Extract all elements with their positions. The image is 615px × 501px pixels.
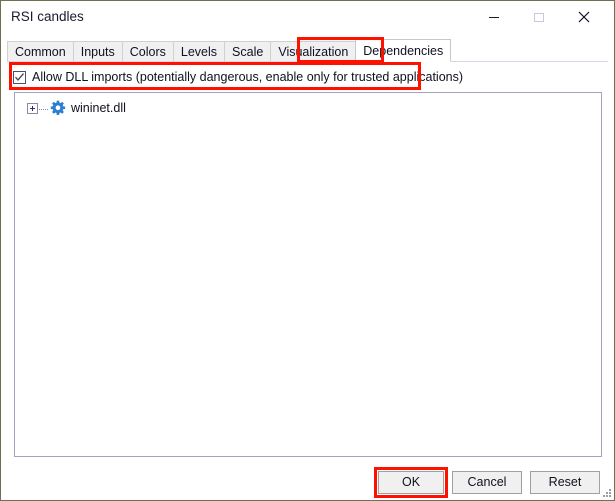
tab-visualization[interactable]: Visualization <box>270 41 356 61</box>
tab-colors[interactable]: Colors <box>121 41 173 61</box>
tab-strip: Common Inputs Colors Levels Scale Visual… <box>7 39 452 62</box>
allow-dll-imports-label: Allow DLL imports (potentially dangerous… <box>32 70 464 84</box>
close-icon <box>561 10 606 24</box>
cancel-button[interactable]: Cancel <box>452 471 522 494</box>
tab-levels[interactable]: Levels <box>172 41 225 61</box>
dependencies-list[interactable]: wininet.dll <box>14 92 602 457</box>
ok-button[interactable]: OK <box>378 471 444 494</box>
close-button[interactable] <box>561 1 606 32</box>
tab-common[interactable]: Common <box>7 41 73 61</box>
tab-inputs[interactable]: Inputs <box>72 41 122 61</box>
allow-dll-imports-row[interactable]: Allow DLL imports (potentially dangerous… <box>13 67 463 87</box>
maximize-button[interactable] <box>516 1 561 32</box>
window-title: RSI candles <box>11 9 84 24</box>
tree-connector-icon <box>39 103 48 114</box>
list-item[interactable]: wininet.dll <box>27 99 126 117</box>
title-bar: RSI candles <box>1 1 614 33</box>
minimize-button[interactable] <box>471 1 516 32</box>
plus-icon[interactable] <box>27 102 38 114</box>
gear-icon <box>48 100 66 116</box>
list-item-label: wininet.dll <box>71 101 126 115</box>
reset-button[interactable]: Reset <box>530 471 600 494</box>
indicator-properties-dialog: RSI candles Common Inputs Colors Levels … <box>0 0 615 501</box>
tab-dependencies[interactable]: Dependencies <box>355 39 452 62</box>
maximize-icon <box>516 11 561 23</box>
tab-scale[interactable]: Scale <box>224 41 271 61</box>
minimize-icon <box>471 11 516 23</box>
resize-grip[interactable] <box>602 488 612 498</box>
allow-dll-imports-checkbox[interactable] <box>13 70 26 84</box>
